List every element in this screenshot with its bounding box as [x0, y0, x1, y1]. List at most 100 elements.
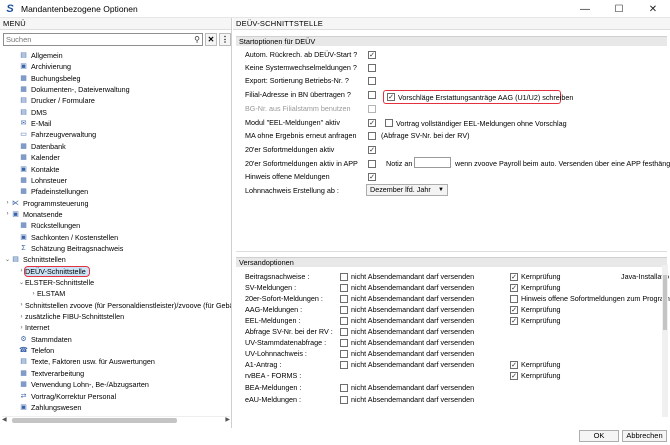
interface-icon: ▤	[12, 256, 19, 264]
kernpruefung-label: Kernprüfung	[521, 371, 561, 380]
tree-item-label: Lohnsteuer	[31, 175, 67, 185]
expand-chevron-icon[interactable]: ⌄	[4, 256, 11, 263]
tree-item[interactable]: ▦ Kalender	[12, 152, 60, 163]
absender-checkbox[interactable]	[340, 328, 348, 336]
cancel-button[interactable]: Abbrechen	[622, 430, 667, 442]
tree-item[interactable]: ▦ Textverarbeitung	[12, 368, 84, 379]
absender-checkbox[interactable]	[340, 350, 348, 358]
app-icon: S	[6, 2, 14, 15]
tree-item[interactable]: ▤ Drucker / Formulare	[12, 95, 95, 106]
absender-checkbox[interactable]	[340, 339, 348, 347]
start-option-checkbox[interactable]	[368, 160, 376, 168]
start-option-checkbox[interactable]	[368, 91, 376, 99]
versand-row-label: A1-Antrag :	[245, 360, 282, 369]
start-option-checkbox[interactable]: ✓	[368, 173, 376, 181]
absender-checkbox[interactable]	[340, 396, 348, 404]
tree-item[interactable]: › Internet	[18, 322, 50, 333]
start-option-checkbox[interactable]	[368, 77, 376, 85]
absender-checkbox[interactable]	[340, 361, 348, 369]
absender-checkbox[interactable]	[340, 284, 348, 292]
expand-chevron-icon[interactable]: ›	[18, 302, 25, 308]
tree-item[interactable]: ▦ Lohnsteuer	[12, 175, 67, 186]
hinweis-checkbox[interactable]	[510, 295, 518, 303]
tree-item[interactable]: ✉ E-Mail	[12, 118, 52, 129]
absender-checkbox[interactable]	[340, 273, 348, 281]
tree-item[interactable]: ⚙ Stammdaten	[12, 334, 71, 345]
kernpruefung-checkbox[interactable]: ✓	[510, 306, 518, 314]
close-button[interactable]: ✕	[636, 0, 670, 18]
start-option-checkbox[interactable]: ✓	[368, 51, 376, 59]
expand-chevron-icon[interactable]: ›	[18, 325, 25, 331]
expand-chevron-icon[interactable]: ›	[18, 268, 25, 274]
tree-item[interactable]: ▣ Zahlungswesen	[12, 402, 81, 413]
tree-item[interactable]: ⌄ ELSTER-Schnittstelle	[18, 277, 94, 288]
kernpruefung-checkbox[interactable]: ✓	[510, 273, 518, 281]
tree-item[interactable]: ▤ Texte, Faktoren usw. für Auswertungen	[12, 356, 155, 367]
minimize-button[interactable]: —	[568, 0, 602, 18]
tree-item[interactable]: ⇄ Vortrag/Korrektur Personal	[12, 391, 117, 402]
splitter[interactable]	[236, 251, 667, 253]
tree-item[interactable]: ▦ Verwendung Lohn-, Be-/Abzugsarten	[12, 379, 149, 390]
tree-item[interactable]: ▦ Rückstellungen	[12, 220, 80, 231]
tree-item[interactable]: ▤ Allgemein	[12, 50, 63, 61]
tree-item[interactable]: › ELSTAM	[30, 288, 66, 299]
tree-item[interactable]: ▦ Datenbank	[12, 141, 66, 152]
tree-item[interactable]: › DEÜV-Schnittstelle	[18, 265, 90, 277]
start-option-checkbox[interactable]	[368, 105, 376, 113]
absender-checkbox[interactable]	[340, 317, 348, 325]
tree-item[interactable]: ▣ Archivierung	[12, 61, 71, 72]
tree-item[interactable]: ▦ Pfadeinstellungen	[12, 186, 88, 197]
horizontal-scrollbar[interactable]: ◀ ▶	[2, 416, 230, 424]
dms-icon: ▤	[20, 108, 27, 116]
tree-item-label: Kalender	[31, 153, 60, 163]
absender-label: nicht Absendemandant darf versenden	[351, 305, 475, 314]
start-option-checkbox[interactable]	[368, 132, 376, 140]
search-input[interactable]: Suchen ⚲	[3, 33, 203, 46]
tree-item[interactable]: ▤ DMS	[12, 107, 47, 118]
start-option-checkbox[interactable]: ✓	[368, 146, 376, 154]
tree-item[interactable]: › zusätzliche FIBU-Schnittstellen	[18, 311, 125, 322]
tree-item[interactable]: ▦ Dokumenten-, Dateiverwaltung	[12, 84, 130, 95]
tree-item[interactable]: › ▣ Monatsende	[4, 209, 63, 220]
tree-item[interactable]: ▣ Sachkonten / Kostenstellen	[12, 232, 118, 243]
absender-checkbox[interactable]	[340, 384, 348, 392]
archive-icon: ▣	[20, 63, 27, 71]
expand-chevron-icon[interactable]: ›	[4, 211, 11, 217]
notiz-input[interactable]	[414, 157, 451, 168]
start-option-label: 20'er Sofortmeldungen aktiv	[245, 145, 335, 154]
versand-options-header: Versandoptionen	[236, 257, 667, 267]
start-option-checkbox[interactable]: ✓	[368, 119, 376, 127]
kernpruefung-checkbox[interactable]: ✓	[510, 372, 518, 380]
expand-chevron-icon[interactable]: ›	[18, 314, 25, 320]
expand-chevron-icon[interactable]: ⌄	[18, 279, 25, 286]
ok-button[interactable]: OK	[579, 430, 619, 442]
tree-item[interactable]: ▭ Fahrzeugverwaltung	[12, 129, 96, 140]
tree-item[interactable]: ☎ Telefon	[12, 345, 54, 356]
maximize-button[interactable]: ☐	[602, 0, 636, 18]
eel-vortrag-checkbox[interactable]	[385, 119, 393, 127]
tree-item[interactable]: Σ Schätzung Beitragsnachweis	[12, 243, 123, 254]
absender-checkbox[interactable]	[340, 306, 348, 314]
kernpruefung-checkbox[interactable]: ✓	[510, 284, 518, 292]
start-option-checkbox[interactable]	[368, 64, 376, 72]
tree-item[interactable]: ▦ Buchungsbeleg	[12, 73, 80, 84]
scroll-right-icon[interactable]: ▶	[225, 416, 230, 423]
scroll-left-icon[interactable]: ◀	[2, 416, 7, 423]
kernpruefung-checkbox[interactable]: ✓	[510, 317, 518, 325]
lohnnachweis-select[interactable]: Dezember lfd. Jahr ▼	[366, 184, 448, 196]
tree-item[interactable]: ⌄ ▤ Schnittstellen	[4, 254, 66, 265]
search-icon[interactable]: ⚲	[194, 34, 200, 45]
absender-checkbox[interactable]	[340, 295, 348, 303]
expand-chevron-icon[interactable]: ›	[4, 200, 11, 206]
tree-item[interactable]: › ⋉ Programmsteuerung	[4, 198, 89, 209]
versand-row-label: UV-Lohnnachweis :	[245, 349, 307, 358]
aag-checkbox[interactable]: ✓	[387, 93, 395, 101]
tree-item[interactable]: › Schnittstellen zvoove (für Personaldien…	[18, 300, 232, 311]
kernpruefung-checkbox[interactable]: ✓	[510, 361, 518, 369]
clear-search-button[interactable]: ✕	[205, 33, 217, 46]
tree-item-label: Allgemein	[31, 51, 63, 60]
vertical-scrollbar[interactable]	[662, 265, 668, 417]
tree-item[interactable]: ▣ Kontakte	[12, 164, 59, 175]
collapse-all-button[interactable]: ⋮	[219, 33, 231, 46]
expand-chevron-icon[interactable]: ›	[30, 291, 37, 297]
